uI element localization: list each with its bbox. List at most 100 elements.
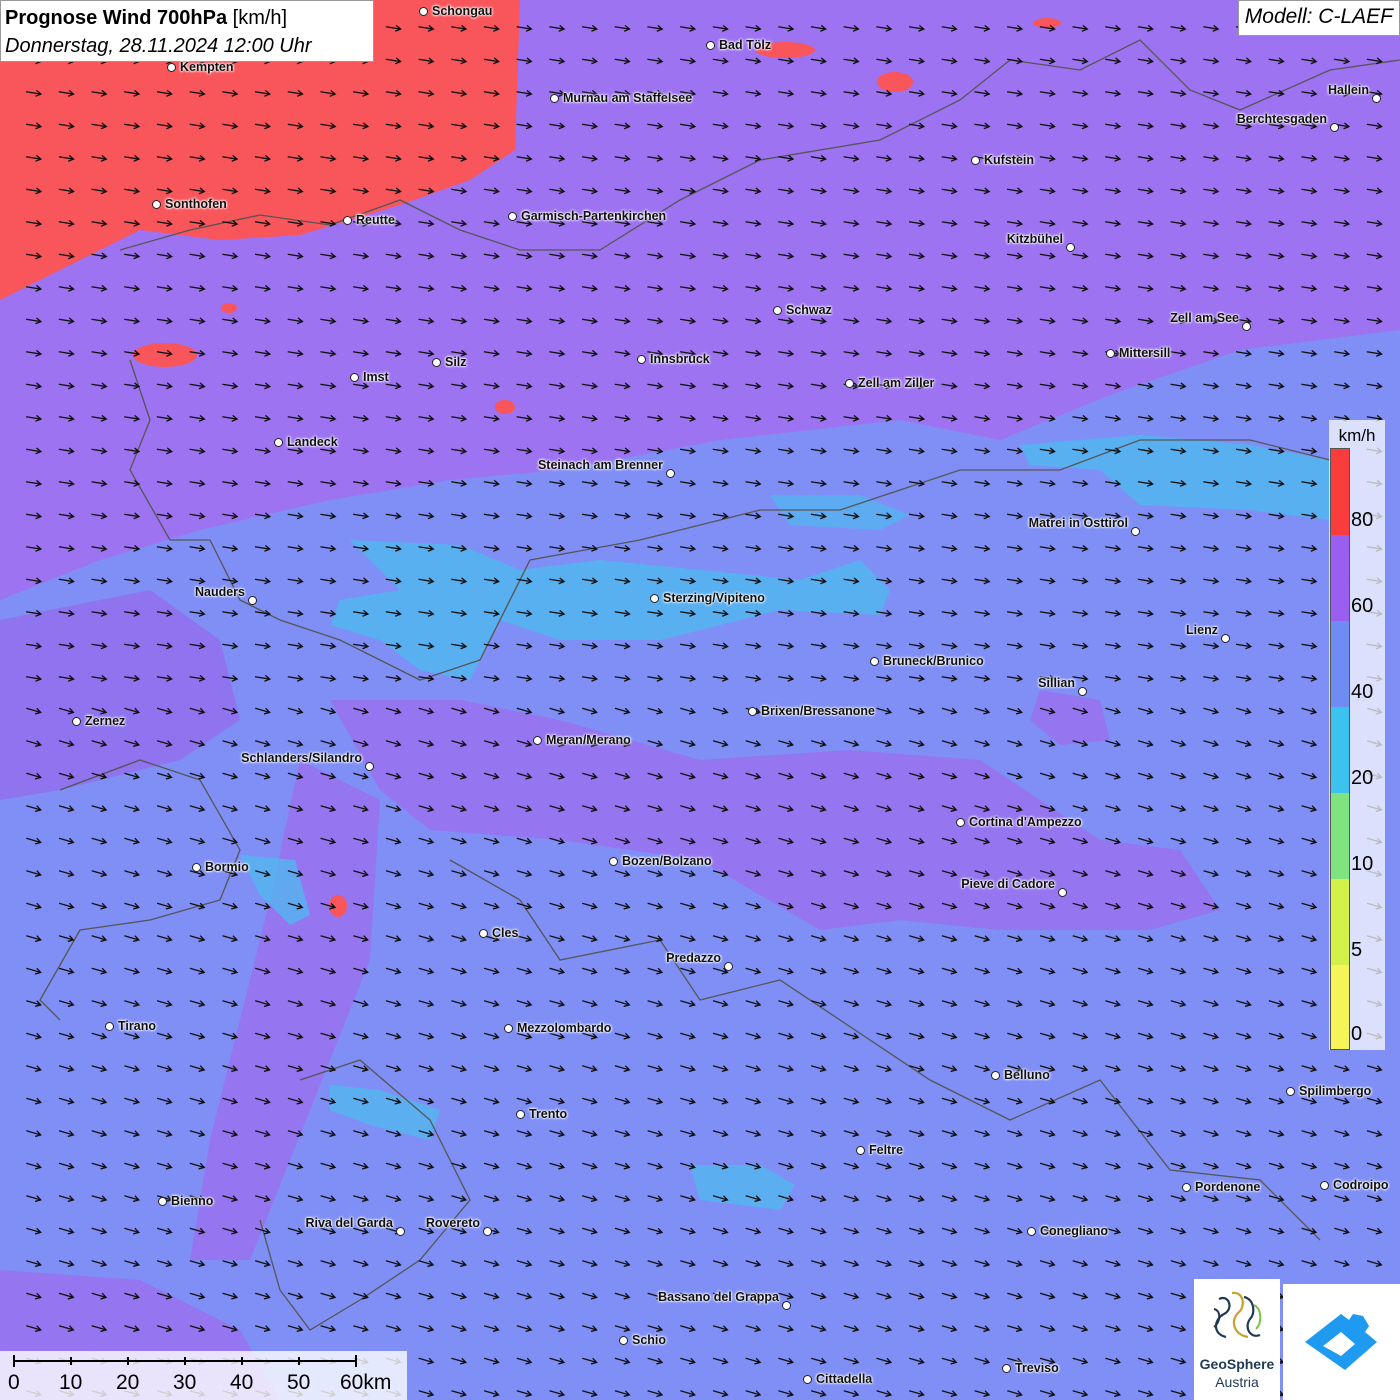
city-label: Trento [529,1107,568,1121]
title-bold: Prognose Wind 700hPa [5,7,228,29]
city-marker [971,156,980,165]
legend-segment-60 [1331,535,1349,621]
city-marker [1131,527,1140,536]
partner-logo[interactable] [1283,1284,1400,1400]
city-marker [504,1024,513,1033]
city-label: Tirano [118,1019,156,1033]
city-label: Hallein [1328,83,1369,97]
city-marker [637,355,646,364]
city-label: Cortina d'Ampezzo [969,815,1082,829]
city-marker [1058,888,1067,897]
geosphere-country: Austria [1215,1374,1259,1390]
geosphere-name: GeoSphere [1199,1356,1275,1372]
red-zone-spot-1 [133,343,197,367]
city-label: Silz [445,355,467,369]
city-label: Reutte [356,213,395,227]
city-label: Bienno [171,1194,214,1208]
red-zone-spot-4 [495,400,515,414]
geosphere-emblem-icon [1213,1291,1262,1339]
legend-label-5: 5 [1351,939,1363,961]
city-marker [152,200,161,209]
city-label: Schwaz [786,303,832,317]
city-marker [350,373,359,382]
city-label: Innsbruck [650,352,710,366]
scale-label-50: 50 [287,1371,311,1394]
city-label: Belluno [1004,1068,1050,1082]
city-marker [773,306,782,315]
city-label: Landeck [287,435,338,449]
legend-unit: km/h [1338,426,1376,445]
city-marker [419,7,428,16]
city-marker [158,1197,167,1206]
model-label: Modell: C-LAEF [1237,0,1400,36]
city-label: Treviso [1015,1361,1059,1375]
city-label: Riva del Garda [305,1216,393,1230]
city-label: Feltre [869,1143,904,1157]
city-marker [516,1110,525,1119]
city-marker [706,41,715,50]
color-legend: km/h 80 60 40 20 10 5 0 [1329,420,1385,1050]
map-title-box: Prognose Wind 700hPa [km/h] Donnerstag, … [0,0,374,62]
city-marker [1242,322,1251,331]
city-label: Spilimbergo [1299,1084,1372,1098]
legend-bar [1330,448,1350,1050]
city-label: Nauders [194,585,245,599]
city-label: Murnau am Staffelsee [563,91,693,105]
city-marker [1372,94,1381,103]
city-marker [248,596,257,605]
city-marker [533,736,542,745]
city-label: Matrei in Osttirol [1028,516,1128,530]
city-label: Cittadella [816,1372,873,1386]
scale-bar: 0 10 20 30 40 50 60km [0,1351,407,1400]
city-label: Mittersill [1119,346,1171,360]
scale-label-60km: 60km [340,1371,392,1394]
city-label: Schio [632,1333,667,1347]
city-marker [1066,243,1075,252]
city-marker [479,929,488,938]
city-label: Sonthofen [165,197,227,211]
legend-segment-5 [1331,879,1349,965]
city-label: Garmisch-Partenkirchen [521,209,667,223]
city-label: Schlanders/Silandro [241,751,362,765]
city-marker [956,818,965,827]
city-marker [748,707,757,716]
city-label: Berchtesgaden [1236,112,1327,126]
city-label: Pieve di Cadore [961,877,1055,891]
title-unit: [km/h] [232,7,288,29]
city-marker [365,762,374,771]
legend-segment-40 [1331,621,1349,707]
city-label: Zell am See [1170,311,1239,325]
scale-label-30: 30 [173,1371,197,1394]
city-marker [550,94,559,103]
city-marker [1182,1183,1191,1192]
city-label: Predazzo [666,951,721,965]
city-marker [991,1071,1000,1080]
city-label: Sillian [1038,676,1075,690]
city-marker [72,717,81,726]
city-marker [724,962,733,971]
city-marker [1106,349,1115,358]
scale-label-20: 20 [116,1371,140,1394]
city-label: Kitzbühel [1006,232,1063,246]
city-label: Brixen/Bressanone [761,704,875,718]
city-marker [274,438,283,447]
geosphere-austria-logo[interactable]: GeoSphere Austria [1194,1279,1280,1400]
city-marker [803,1375,812,1384]
city-marker [1320,1181,1329,1190]
scale-bar-line [13,1355,357,1367]
legend-label-40: 40 [1351,681,1374,703]
city-label: Lienz [1186,623,1218,637]
red-zone-spot-2 [877,72,913,92]
city-marker [1002,1364,1011,1373]
city-label: Steinach am Brenner [537,458,663,472]
city-marker [508,212,517,221]
city-marker [1027,1227,1036,1236]
city-label: Codroipo [1333,1178,1389,1192]
city-label: Rovereto [425,1216,480,1230]
legend-label-10: 10 [1351,853,1374,875]
city-label: Sterzing/Vipiteno [663,591,765,605]
city-marker [1286,1087,1295,1096]
legend-segment-0 [1331,965,1349,1049]
red-zone-spot-7 [1033,18,1061,28]
scale-label-10: 10 [59,1371,83,1394]
